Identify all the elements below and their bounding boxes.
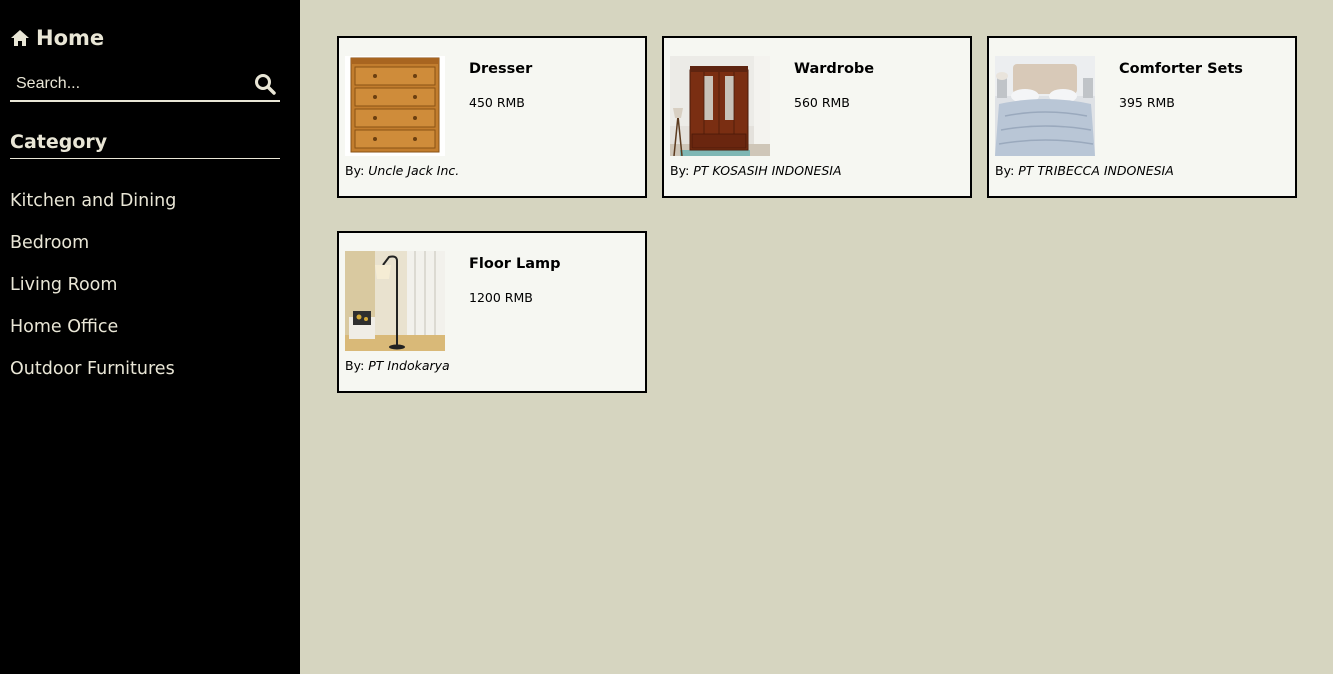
product-image-comforter-sets[interactable] [995, 56, 1095, 156]
home-link[interactable]: Home [10, 26, 104, 50]
search-box [10, 68, 280, 102]
product-card[interactable]: Comforter Sets 395 RMB By: PT TRIBECCA I… [987, 36, 1297, 198]
product-name[interactable]: Floor Lamp [469, 256, 561, 272]
by-label: By: [345, 163, 365, 178]
category-list: Kitchen and Dining Bedroom Living Room H… [10, 188, 176, 398]
home-label: Home [36, 26, 105, 50]
seller-name: Uncle Jack Inc. [368, 163, 460, 178]
product-name[interactable]: Comforter Sets [1119, 61, 1243, 77]
search-input[interactable] [10, 72, 245, 96]
by-label: By: [345, 358, 365, 373]
category-title: Category [10, 131, 280, 159]
product-name[interactable]: Wardrobe [794, 61, 874, 77]
category-item-living-room[interactable]: Living Room [10, 272, 176, 314]
product-price: 450 RMB [469, 95, 525, 110]
product-image-dresser[interactable] [345, 56, 445, 156]
product-price: 395 RMB [1119, 95, 1175, 110]
seller-name: PT KOSASIH INDONESIA [693, 163, 842, 178]
sidebar: Home Category Kitchen and Dining Bedroom… [0, 0, 300, 674]
product-seller-line: By: PT Indokarya [345, 358, 450, 373]
category-item-kitchen-and-dining[interactable]: Kitchen and Dining [10, 188, 176, 230]
product-card[interactable]: Floor Lamp 1200 RMB By: PT Indokarya [337, 231, 647, 393]
product-card[interactable]: Dresser 450 RMB By: Uncle Jack Inc. [337, 36, 647, 198]
product-seller-line: By: PT TRIBECCA INDONESIA [995, 163, 1174, 178]
product-price: 560 RMB [794, 95, 850, 110]
product-seller-line: By: Uncle Jack Inc. [345, 163, 459, 178]
category-item-bedroom[interactable]: Bedroom [10, 230, 176, 272]
search-icon[interactable] [254, 73, 276, 95]
seller-name: PT Indokarya [368, 358, 450, 373]
product-card[interactable]: Wardrobe 560 RMB By: PT KOSASIH INDONESI… [662, 36, 972, 198]
by-label: By: [995, 163, 1015, 178]
product-name[interactable]: Dresser [469, 61, 532, 77]
category-item-home-office[interactable]: Home Office [10, 314, 176, 356]
home-icon [10, 29, 30, 47]
product-seller-line: By: PT KOSASIH INDONESIA [670, 163, 842, 178]
category-item-outdoor-furnitures[interactable]: Outdoor Furnitures [10, 356, 176, 398]
product-grid: Dresser 450 RMB By: Uncle Jack Inc. Ward… [300, 0, 1333, 674]
seller-name: PT TRIBECCA INDONESIA [1018, 163, 1174, 178]
product-image-wardrobe[interactable] [670, 56, 770, 156]
product-price: 1200 RMB [469, 290, 533, 305]
product-image-floor-lamp[interactable] [345, 251, 445, 351]
by-label: By: [670, 163, 690, 178]
